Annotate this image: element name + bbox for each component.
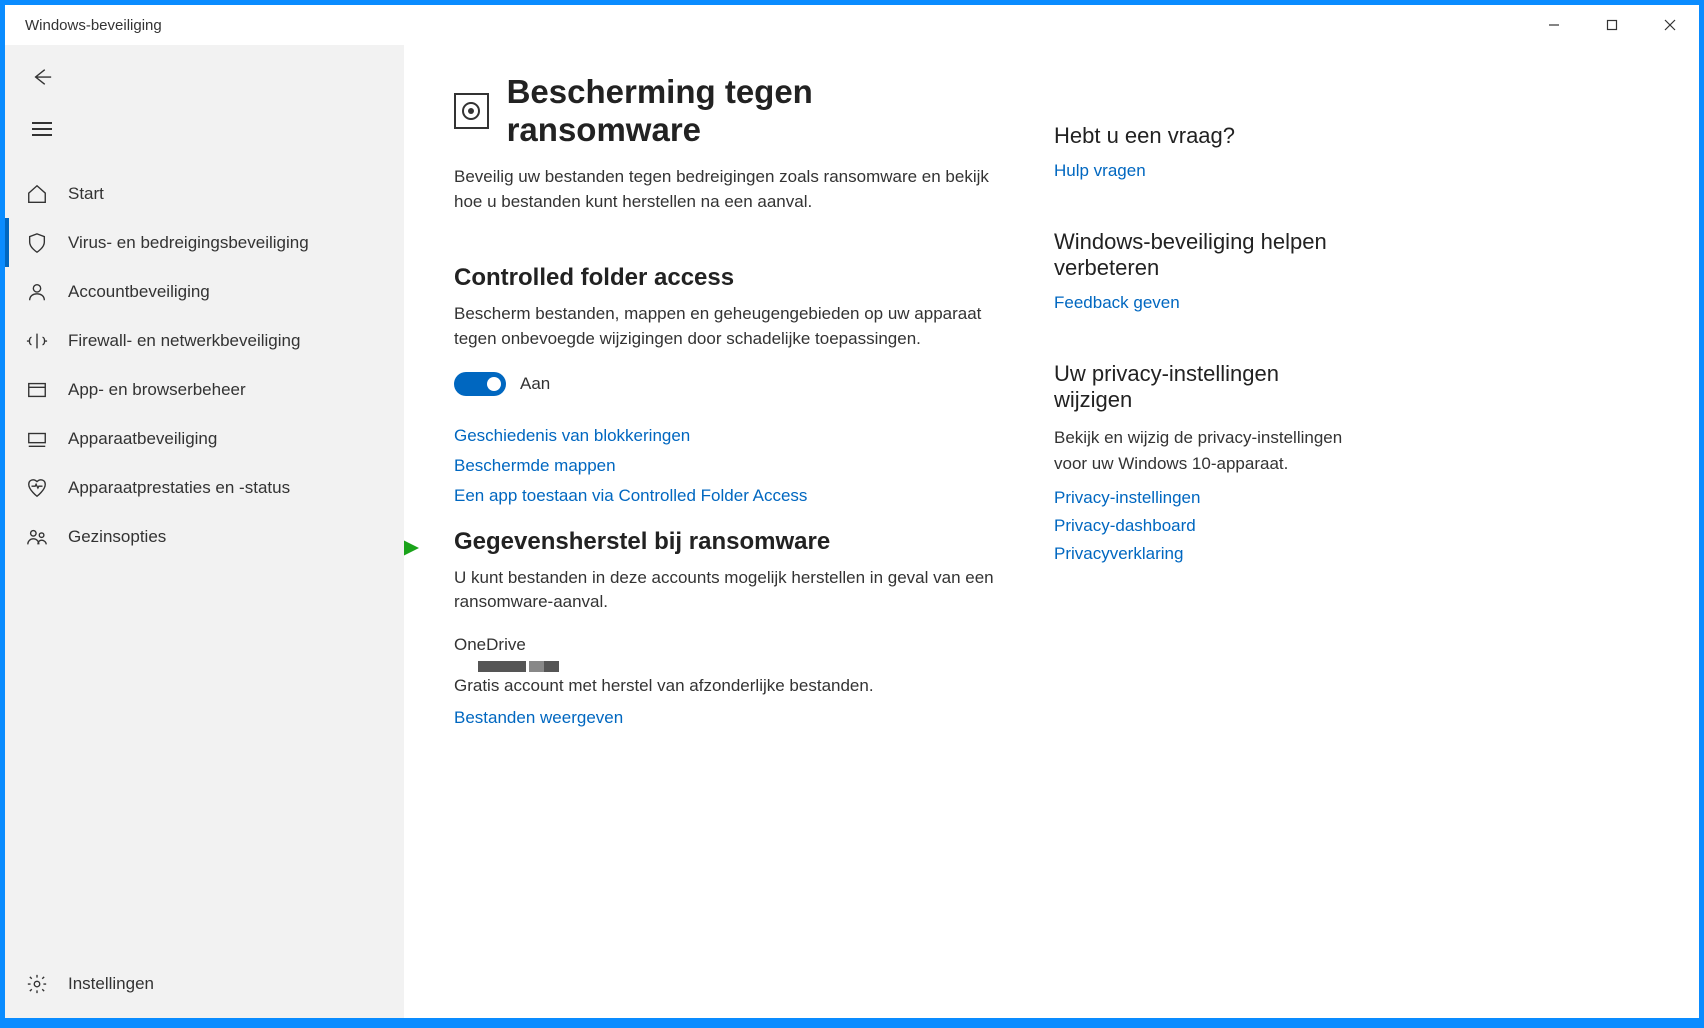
window-controls: [1525, 5, 1699, 45]
minimize-button[interactable]: [1525, 5, 1583, 45]
link-get-help[interactable]: Hulp vragen: [1054, 161, 1344, 181]
family-icon: [26, 526, 48, 548]
sidebar-item-start[interactable]: Start: [5, 169, 404, 218]
network-icon: [26, 330, 48, 352]
link-block-history[interactable]: Geschiedenis van blokkeringen: [454, 426, 994, 446]
content-area: Bescherming tegen ransomware Beveilig uw…: [404, 45, 1699, 1018]
sidebar-item-device[interactable]: Apparaatbeveiliging: [5, 414, 404, 463]
heart-icon: [26, 477, 48, 499]
sidebar-item-settings[interactable]: Instellingen: [5, 959, 404, 1008]
privacy-title: Uw privacy-instellingen wijzigen: [1054, 361, 1344, 413]
sidebar-item-label: App- en browserbeheer: [68, 380, 246, 400]
sidebar-item-firewall[interactable]: Firewall- en netwerkbeveiliging: [5, 316, 404, 365]
cfa-toggle[interactable]: [454, 372, 506, 396]
close-button[interactable]: [1641, 5, 1699, 45]
home-icon: [26, 183, 48, 205]
window-title: Windows-beveiliging: [25, 17, 162, 34]
link-feedback[interactable]: Feedback geven: [1054, 293, 1344, 313]
sidebar-item-account[interactable]: Accountbeveiliging: [5, 267, 404, 316]
help-title: Hebt u een vraag?: [1054, 123, 1344, 149]
account-desc: Gratis account met herstel van afzonderl…: [454, 676, 994, 696]
sidebar-item-label: Apparaatbeveiliging: [68, 429, 217, 449]
sidebar-item-health[interactable]: Apparaatprestaties en -status: [5, 463, 404, 512]
device-icon: [26, 428, 48, 450]
sidebar-item-family[interactable]: Gezinsopties: [5, 512, 404, 561]
back-button[interactable]: [22, 57, 62, 97]
cfa-heading: Controlled folder access: [454, 264, 994, 292]
shield-icon: [26, 232, 48, 254]
account-name: OneDrive: [454, 635, 994, 655]
sidebar: Start Virus- en bedreigingsbeveiliging A…: [5, 45, 404, 1018]
menu-button[interactable]: [22, 109, 62, 149]
page-intro: Beveilig uw bestanden tegen bedreigingen…: [454, 165, 994, 214]
sidebar-item-label: Virus- en bedreigingsbeveiliging: [68, 233, 309, 253]
link-privacy-settings[interactable]: Privacy-instellingen: [1054, 488, 1344, 508]
account-redacted-bar: [478, 661, 994, 672]
ransomware-icon: [454, 93, 489, 129]
person-icon: [26, 281, 48, 303]
cfa-toggle-label: Aan: [520, 374, 550, 394]
maximize-button[interactable]: [1583, 5, 1641, 45]
gear-icon: [26, 973, 48, 995]
link-privacy-statement[interactable]: Privacyverklaring: [1054, 544, 1344, 564]
sidebar-item-virus[interactable]: Virus- en bedreigingsbeveiliging: [5, 218, 404, 267]
page-title: Bescherming tegen ransomware: [507, 73, 994, 149]
cfa-desc: Bescherm bestanden, mappen en geheugenge…: [454, 302, 994, 351]
sidebar-item-label: Firewall- en netwerkbeveiliging: [68, 331, 300, 351]
app-icon: [26, 379, 48, 401]
sidebar-item-label: Gezinsopties: [68, 527, 166, 547]
sidebar-item-label: Instellingen: [68, 974, 154, 994]
hamburger-icon: [32, 122, 52, 136]
recovery-heading: Gegevensherstel bij ransomware: [454, 528, 994, 556]
sidebar-item-appbrowser[interactable]: App- en browserbeheer: [5, 365, 404, 414]
improve-title: Windows-beveiliging helpen verbeteren: [1054, 229, 1344, 281]
sidebar-item-label: Apparaatprestaties en -status: [68, 478, 290, 498]
link-allow-app[interactable]: Een app toestaan via Controlled Folder A…: [454, 486, 994, 506]
annotation-arrow: [404, 518, 419, 578]
sidebar-item-label: Start: [68, 184, 104, 204]
privacy-desc: Bekijk en wijzig de privacy-instellingen…: [1054, 425, 1344, 476]
recovery-desc: U kunt bestanden in deze accounts mogeli…: [454, 566, 994, 615]
link-privacy-dashboard[interactable]: Privacy-dashboard: [1054, 516, 1344, 536]
titlebar: Windows-beveiliging: [5, 5, 1699, 45]
link-protected-folders[interactable]: Beschermde mappen: [454, 456, 994, 476]
sidebar-item-label: Accountbeveiliging: [68, 282, 210, 302]
link-show-files[interactable]: Bestanden weergeven: [454, 708, 994, 728]
